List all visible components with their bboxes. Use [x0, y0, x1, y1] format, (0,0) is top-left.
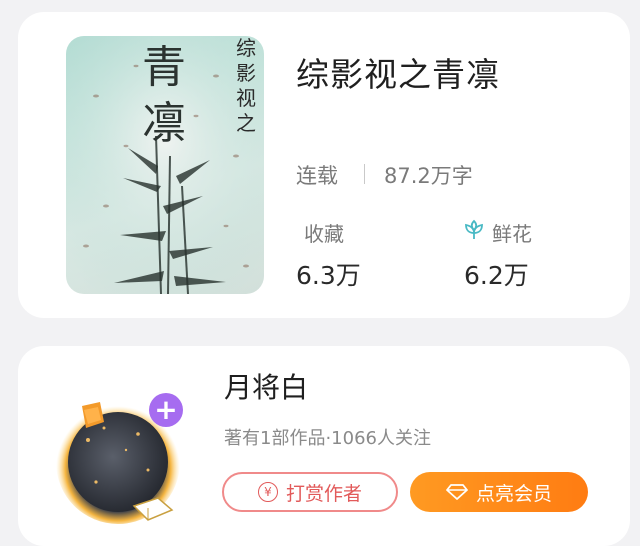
vip-button[interactable]: 点亮会员 [410, 472, 588, 512]
cover-title: 青凛 [142, 42, 186, 149]
cover-subtitle: 综影视之 [236, 36, 256, 135]
book-word-count: 87.2万字 [384, 164, 473, 188]
flowers-count: 6.2万 [464, 261, 529, 290]
status-divider [364, 164, 365, 184]
author-name[interactable]: 月将白 [224, 366, 308, 406]
flower-icon [465, 219, 483, 239]
diamond-icon [446, 484, 468, 500]
flowers-label: 鲜花 [492, 222, 532, 246]
book-cover[interactable]: 青凛 综影视之 [66, 36, 264, 294]
tip-author-button[interactable]: ¥ 打赏作者 [222, 472, 398, 512]
author-info: 著有1部作品·1066人关注 [224, 428, 431, 449]
book-status: 连载 [296, 164, 338, 188]
add-badge-icon[interactable]: + [149, 390, 183, 430]
book-card[interactable]: 青凛 综影视之 综影视之青凛 连载 87.2万字 收藏 6.3万 鲜花 6.2万 [18, 12, 630, 318]
favorites-label: 收藏 [304, 222, 344, 246]
favorites-count: 6.3万 [296, 261, 361, 290]
avatar-image [56, 393, 183, 524]
author-card: + 月将白 著有1部作品·1066人关注 ¥ 打赏作者 点亮会员 [18, 346, 630, 546]
vip-label: 点亮会员 [475, 482, 552, 505]
book-title[interactable]: 综影视之青凛 [296, 48, 500, 96]
avatar[interactable]: + [48, 370, 208, 530]
yen-icon: ¥ [257, 482, 278, 502]
tip-author-label: 打赏作者 [285, 482, 362, 505]
